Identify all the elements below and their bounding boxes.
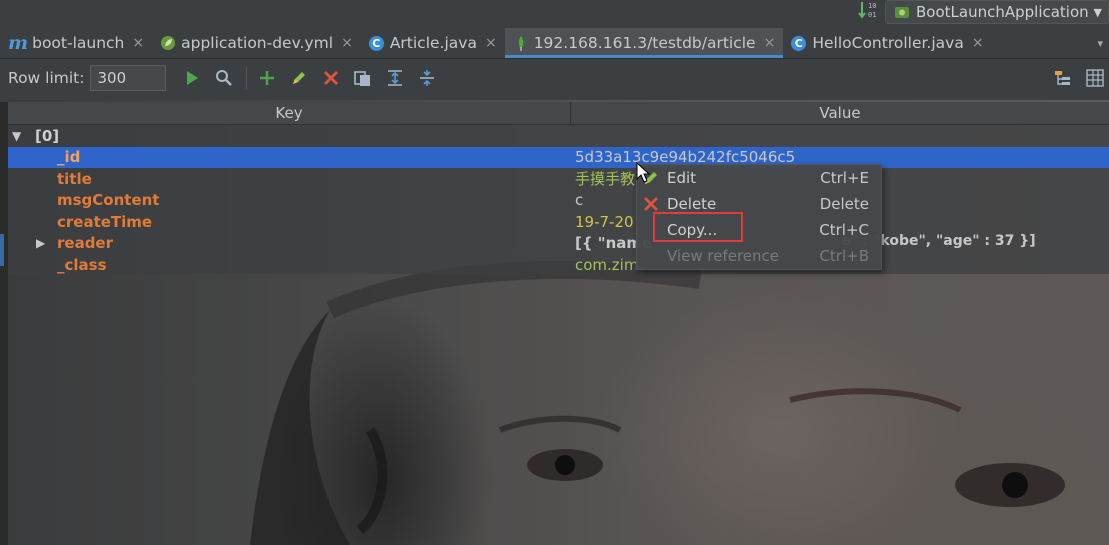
close-icon[interactable]: × — [132, 35, 144, 51]
table-row[interactable]: msgContent c — [8, 190, 1109, 212]
tab-label: boot-launch — [32, 34, 125, 52]
field-key: _id — [57, 148, 81, 167]
svg-text:10: 10 — [868, 2, 876, 10]
table-row[interactable]: _class com.zim — [8, 254, 1109, 276]
table-header: Key Value — [8, 102, 1109, 125]
menu-item-label: View reference — [667, 247, 779, 265]
find-icon[interactable] — [212, 66, 236, 90]
row-limit-input[interactable] — [90, 65, 167, 91]
field-value: 手摸手教 — [575, 170, 636, 189]
close-icon[interactable]: × — [764, 35, 776, 51]
edit-icon[interactable] — [287, 66, 311, 90]
add-icon[interactable] — [255, 66, 279, 90]
toolbar-separator — [246, 67, 248, 89]
tab-label: HelloController.java — [812, 34, 964, 52]
mouse-cursor-icon — [636, 162, 650, 183]
close-icon[interactable]: × — [972, 35, 984, 51]
collapse-all-icon[interactable] — [415, 66, 439, 90]
run-configuration-label: BootLaunchApplication — [916, 3, 1089, 21]
menu-item-shortcut: Ctrl+C — [819, 221, 869, 239]
tab-label: Article.java — [389, 34, 477, 52]
menu-item-edit[interactable]: Edit Ctrl+E — [637, 165, 881, 191]
field-key: reader — [57, 234, 114, 253]
chevron-down-icon: ▼ — [1093, 5, 1102, 19]
tab-overflow-icon[interactable]: ▾ — [1097, 37, 1103, 50]
close-icon[interactable]: × — [341, 35, 353, 51]
menu-item-label: Delete — [667, 195, 717, 213]
menu-item-shortcut: Ctrl+E — [820, 169, 869, 187]
field-key: createTime — [57, 212, 153, 231]
annotation-highlight-box — [653, 212, 743, 242]
menu-item-label: Edit — [667, 169, 697, 187]
top-strip: 10 01 BootLaunchApplication ▼ — [0, 0, 1109, 28]
tab-article-java[interactable]: C Article.java × — [361, 28, 505, 58]
expand-all-icon[interactable] — [383, 66, 407, 90]
column-header-key[interactable]: Key — [8, 102, 571, 124]
copy-icon[interactable] — [351, 66, 375, 90]
root-key: [0] — [35, 126, 60, 145]
mongo-leaf-icon — [518, 36, 523, 51]
sort-icon[interactable]: 10 01 — [858, 0, 880, 20]
table-row[interactable]: createTime 19-7-20 — [8, 211, 1109, 233]
menu-item-shortcut: Delete — [819, 195, 869, 213]
field-value: 19-7-20 — [575, 212, 634, 231]
menu-item-view-reference[interactable]: View reference Ctrl+B — [637, 243, 881, 269]
mongo-toolbar: Row limit: — [0, 59, 1109, 97]
table-row[interactable]: _id 5d33a13c9e94b242fc5046c5 — [8, 146, 1109, 168]
field-key: title — [57, 169, 92, 188]
tree-view-icon[interactable] — [1051, 66, 1075, 90]
table-view-icon[interactable] — [1083, 66, 1107, 90]
tab-hello-controller-java[interactable]: C HelloController.java × — [783, 28, 991, 58]
table-row[interactable]: title 手摸手教 — [8, 168, 1109, 190]
field-value: c — [575, 191, 584, 210]
column-header-value[interactable]: Value — [571, 102, 1109, 124]
expand-down-icon[interactable]: ▼ — [12, 129, 21, 143]
spring-boot-icon — [895, 7, 909, 18]
field-value: com.zim — [575, 255, 639, 274]
tab-label: 192.168.161.3/testdb/article — [533, 34, 756, 52]
tab-boot-launch[interactable]: m boot-launch × — [0, 28, 152, 58]
field-key: msgContent — [57, 191, 160, 210]
delete-icon[interactable] — [319, 66, 343, 90]
tab-label: application-dev.yml — [181, 34, 334, 52]
run-icon[interactable] — [180, 66, 204, 90]
spring-leaf-icon — [161, 36, 176, 50]
gutter-marker — [0, 234, 4, 266]
run-configuration-select[interactable]: BootLaunchApplication ▼ — [885, 0, 1109, 24]
menu-item-shortcut: Ctrl+B — [819, 247, 869, 265]
red-x-icon — [644, 197, 658, 211]
close-icon[interactable]: × — [485, 35, 497, 51]
tab-mongo-article[interactable]: 192.168.161.3/testdb/article × — [504, 28, 784, 58]
svg-text:01: 01 — [868, 11, 876, 19]
editor-gutter — [0, 102, 8, 545]
class-c-icon: C — [791, 35, 807, 51]
row-limit-label: Row limit: — [8, 69, 85, 87]
editor-tab-bar: m boot-launch × application-dev.yml × C … — [0, 28, 1109, 59]
class-c-icon: C — [368, 35, 384, 51]
field-key: _class — [57, 255, 107, 274]
tab-application-dev-yml[interactable]: application-dev.yml × — [152, 28, 361, 58]
expand-right-icon[interactable]: ▶ — [36, 236, 45, 250]
tree-root-row[interactable]: ▼ [0] — [8, 125, 1109, 147]
maven-m-icon: m — [8, 32, 29, 54]
toolbar-right — [1043, 66, 1109, 90]
